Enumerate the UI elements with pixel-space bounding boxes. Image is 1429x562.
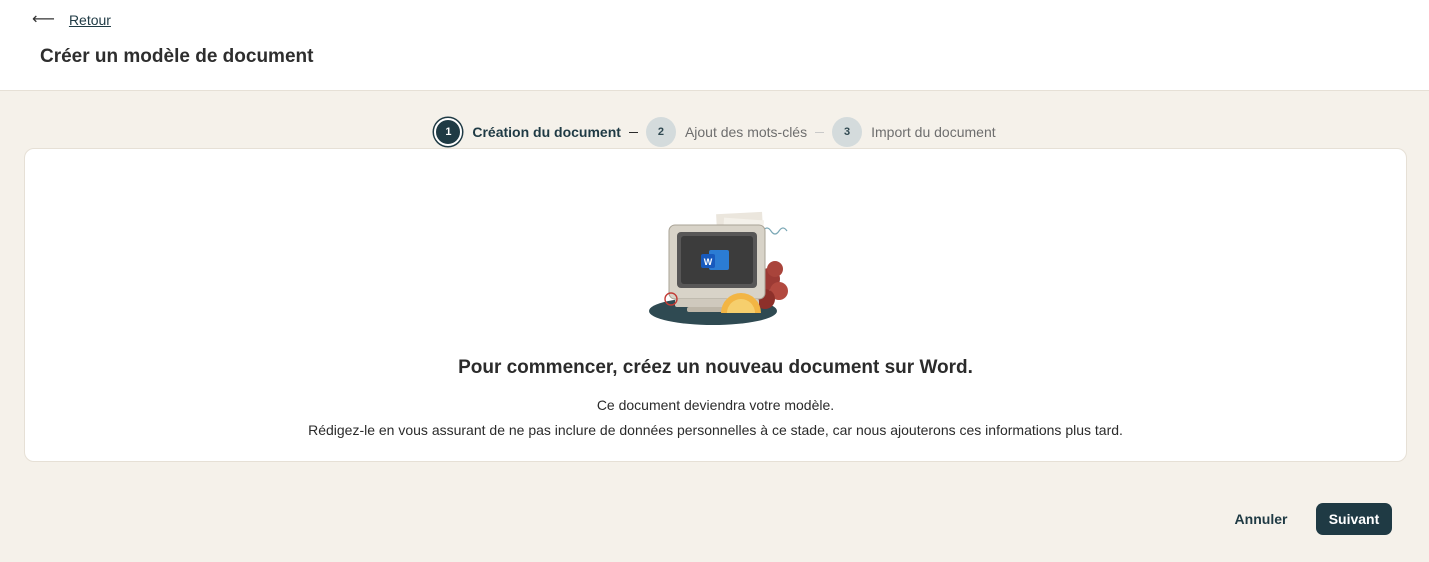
step-separator — [815, 131, 825, 133]
top-bar: ⟵ Retour Créer un modèle de document — [0, 0, 1429, 91]
page-title: Créer un modèle de document — [40, 46, 314, 67]
stepper: 1 Création du document 2 Ajout des mots-… — [0, 116, 1429, 148]
svg-text:W: W — [704, 257, 713, 267]
computer-word-icon: W — [649, 211, 788, 325]
step-3: 3 Import du document — [832, 117, 996, 147]
step-separator — [628, 131, 638, 133]
step-3-label: Import du document — [871, 124, 996, 140]
step-1-badge: 1 — [434, 118, 463, 146]
back-link[interactable]: ⟵ Retour — [32, 10, 111, 30]
back-link-label: Retour — [68, 12, 111, 28]
next-button[interactable]: Suivant — [1316, 503, 1392, 535]
step-1-label: Création du document — [472, 124, 621, 140]
arrow-left-icon: ⟵ — [32, 11, 55, 28]
card-description-line-1: Ce document deviendra votre modèle. — [596, 397, 835, 413]
step-2: 2 Ajout des mots-clés — [645, 117, 808, 147]
step-1: 1 Création du document — [433, 117, 621, 147]
card-description-line-2: Rédigez-le en vous assurant de ne pas in… — [308, 422, 1123, 438]
card-title: Pour commencer, créez un nouveau documen… — [458, 357, 973, 378]
instruction-card: W Pour commencer, créez un nouveau docum… — [24, 148, 1407, 462]
cancel-button[interactable]: Annuler — [1226, 503, 1296, 535]
step-2-label: Ajout des mots-clés — [684, 124, 808, 140]
step-3-badge: 3 — [832, 117, 863, 147]
step-2-badge: 2 — [645, 117, 676, 147]
